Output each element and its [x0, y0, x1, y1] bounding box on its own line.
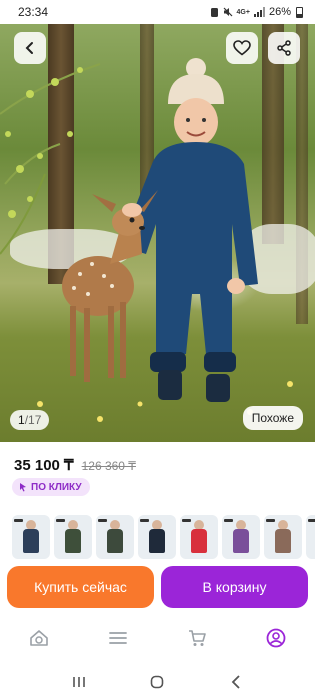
product-photo[interactable]: 1/17 Похоже [0, 24, 315, 442]
promo-badge-label: ПО КЛИКУ [31, 481, 82, 493]
nav-profile[interactable] [256, 622, 296, 654]
thumbnail-brand-strip [14, 519, 23, 522]
image-counter-current: 1 [18, 413, 25, 427]
notification-icon [210, 7, 218, 17]
back-button[interactable] [14, 32, 46, 64]
bottom-navigation [0, 618, 315, 658]
home-icon [151, 675, 164, 689]
buy-now-button[interactable]: Купить сейчас [7, 566, 154, 608]
system-back-button[interactable] [216, 667, 256, 697]
share-button[interactable] [268, 32, 300, 64]
thumbnail-brand-strip [266, 519, 275, 522]
add-to-cart-button[interactable]: В корзину [161, 566, 308, 608]
thumbnail-brand-strip [182, 519, 191, 522]
back-arrow-icon [231, 675, 240, 689]
similar-button[interactable]: Похоже [242, 406, 303, 430]
current-price: 35 100 ₸ [14, 457, 74, 474]
variant-thumbnail[interactable] [306, 515, 315, 559]
mute-icon [223, 7, 232, 17]
nav-catalog[interactable] [98, 622, 138, 654]
thumbnail-brand-strip [56, 519, 65, 522]
thumbnail-figure-body [233, 529, 249, 553]
image-counter: 1/17 [10, 410, 50, 430]
thumbnail-figure-body [23, 529, 39, 553]
profile-icon [266, 628, 286, 648]
price-row: 35 100 ₸ 126 360 ₸ [14, 456, 136, 474]
nav-cart[interactable] [177, 622, 217, 654]
system-navigation [0, 664, 315, 700]
thumbnail-brand-strip [98, 519, 107, 522]
recent-apps-icon [73, 677, 85, 687]
variant-thumbnail[interactable] [138, 515, 176, 559]
variant-thumbnails [12, 515, 315, 560]
thumbnail-figure-body [275, 529, 291, 553]
battery-icon [296, 6, 303, 18]
thumbnail-figure-body [65, 529, 81, 553]
favorite-button[interactable] [226, 32, 258, 64]
network-type: 4G+ [236, 8, 250, 16]
share-icon [277, 40, 291, 56]
status-bar: 23:34 4G+ 26% [0, 0, 315, 24]
thumbnail-figure-body [149, 529, 165, 553]
thumbnail-brand-strip [308, 519, 315, 522]
cart-icon [188, 629, 206, 646]
image-counter-total: /17 [24, 413, 42, 427]
battery-percent: 26% [268, 6, 291, 18]
thumbnail-figure-body [107, 529, 123, 553]
status-icons: 4G+ 26% [210, 6, 303, 18]
promo-badge[interactable]: ПО КЛИКУ [12, 478, 90, 496]
nav-home[interactable] [19, 622, 59, 654]
variant-thumbnail[interactable] [54, 515, 92, 559]
variant-thumbnail[interactable] [222, 515, 260, 559]
thumbnail-brand-strip [140, 519, 149, 522]
home-search-icon [30, 630, 49, 646]
variant-thumbnail[interactable] [264, 515, 302, 559]
chevron-left-icon [25, 42, 33, 54]
variant-thumbnail[interactable] [12, 515, 50, 559]
signal-icon [253, 7, 265, 17]
variant-thumbnail[interactable] [180, 515, 218, 559]
catalog-icon [109, 632, 128, 644]
status-time: 23:34 [18, 5, 49, 19]
variant-thumbnail[interactable] [96, 515, 134, 559]
old-price: 126 360 ₸ [81, 459, 136, 473]
click-cursor-icon [20, 483, 26, 492]
heart-icon [233, 40, 251, 56]
child-with-fawn-illustration [0, 58, 293, 422]
thumbnail-brand-strip [224, 519, 233, 522]
home-button[interactable] [137, 667, 177, 697]
recent-apps-button[interactable] [59, 667, 99, 697]
thumbnail-figure-body [191, 529, 207, 553]
